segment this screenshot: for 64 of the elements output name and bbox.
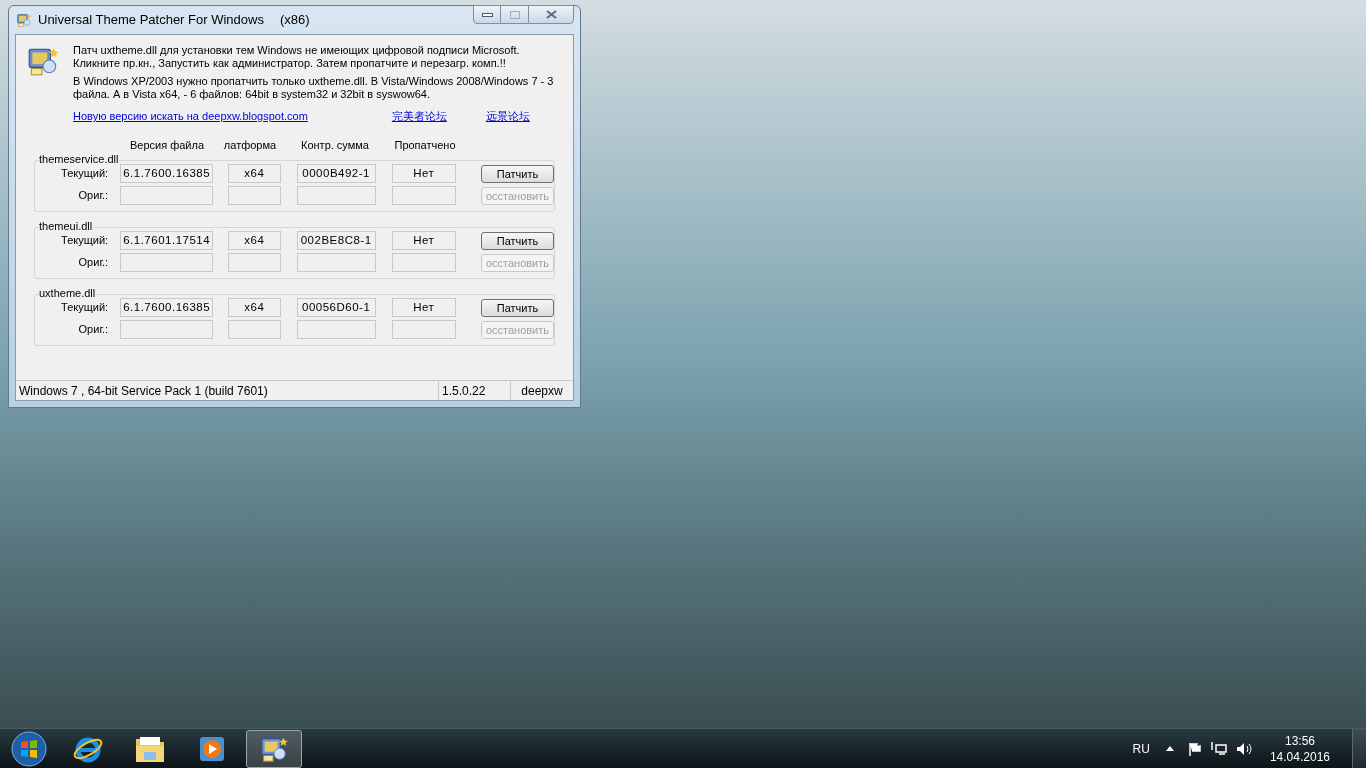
- show-desktop-button[interactable]: [1352, 729, 1366, 768]
- empty-field: [391, 320, 456, 339]
- column-header: Контр. сумма: [301, 138, 369, 150]
- row-label: Текущий:: [61, 233, 109, 249]
- group-label: themeservice.dll: [39, 153, 120, 166]
- clock-date[interactable]: 14.04.2016: [1269, 748, 1330, 765]
- status-text: Windows 7 , 64-bit Service Pack 1 (build 7601): [16, 381, 439, 400]
- forum-link[interactable]: Новую версию искать на deepxw.blogspot.com: [73, 110, 308, 123]
- value-field: 6.1.7600.16385: [120, 164, 214, 183]
- empty-field: [228, 320, 281, 339]
- value-field: 6.1.7601.17514: [120, 231, 214, 250]
- empty-field: [391, 253, 456, 272]
- value-field: x64: [228, 231, 281, 250]
- row-label: Ориг.:: [78, 322, 109, 338]
- language-indicator[interactable]: RU: [1132, 739, 1150, 758]
- maximize-icon: [509, 10, 520, 19]
- row-label: Ориг.:: [78, 188, 109, 204]
- start-orb-icon: [11, 730, 47, 767]
- group-label: themeui.dll: [39, 220, 94, 233]
- value-field: x64: [228, 164, 281, 183]
- theme-app-icon: [16, 12, 32, 28]
- empty-field: [228, 253, 281, 272]
- speaker-icon[interactable]: [1235, 741, 1252, 756]
- window-title: Universal Theme Patcher For Windows: [38, 11, 264, 30]
- status-text: deepxw: [520, 382, 564, 400]
- row-label: Текущий:: [61, 300, 109, 316]
- forum-link[interactable]: 完美者论坛: [391, 110, 447, 123]
- description-text: В Windows XP/2003 нужно пропатчить только uxtheme.dll. В Vista/Windows 2008/Windows 7 - 3: [73, 75, 554, 88]
- empty-field: [391, 186, 456, 205]
- forum-link[interactable]: 远景论坛: [485, 110, 530, 123]
- value-field: x64: [228, 298, 281, 317]
- value-field: 0000B492-1: [296, 164, 376, 183]
- value-field: Нет: [391, 231, 456, 250]
- column-header: латформа: [223, 138, 277, 150]
- patch-button[interactable]: Патчить: [481, 231, 554, 250]
- show-hidden-icons-icon[interactable]: [1165, 746, 1174, 751]
- media-player-icon: [198, 734, 226, 763]
- value-field: 002BE8C8-1: [296, 231, 376, 250]
- value-field: 6.1.7600.16385: [120, 298, 214, 317]
- flag-icon[interactable]: [1187, 741, 1202, 756]
- row-label: Текущий:: [61, 166, 109, 182]
- description-text: Кликните пр.кн., Запустить как администратор. Затем пропатчите и перезагр. комп.!!: [73, 57, 507, 70]
- window-title-arch: (x86): [279, 11, 310, 30]
- clock-time[interactable]: 13:56: [1284, 732, 1315, 749]
- description-text: Патч uxtheme.dll для установки тем Windows не имеющих цифровой подписи Microsoft.: [73, 44, 521, 57]
- column-header: Пропатчено: [394, 138, 456, 150]
- value-field: Нет: [391, 298, 456, 317]
- close-button[interactable]: [528, 5, 574, 24]
- value-field: Нет: [391, 164, 456, 183]
- group-label: uxtheme.dll: [39, 287, 97, 300]
- row-label: Ориг.:: [78, 255, 109, 271]
- close-icon: [545, 10, 557, 19]
- network-icon[interactable]: [1210, 741, 1227, 756]
- value-field: 00056D60-1: [296, 298, 376, 317]
- status-text: 1.5.0.22: [439, 381, 511, 400]
- patch-button[interactable]: Патчить: [481, 298, 554, 317]
- description-text: файла. А в Vista x64, - 6 файлов: 64bit в system32 и 32bit в syswow64.: [73, 88, 431, 101]
- minimize-icon: [481, 12, 493, 17]
- maximize-button[interactable]: [501, 5, 528, 24]
- empty-field: [228, 186, 281, 205]
- patch-button[interactable]: Патчить: [481, 164, 554, 183]
- minimize-button[interactable]: [473, 5, 501, 24]
- taskbar-button[interactable]: [246, 729, 302, 768]
- column-header: Версия файла: [129, 138, 205, 150]
